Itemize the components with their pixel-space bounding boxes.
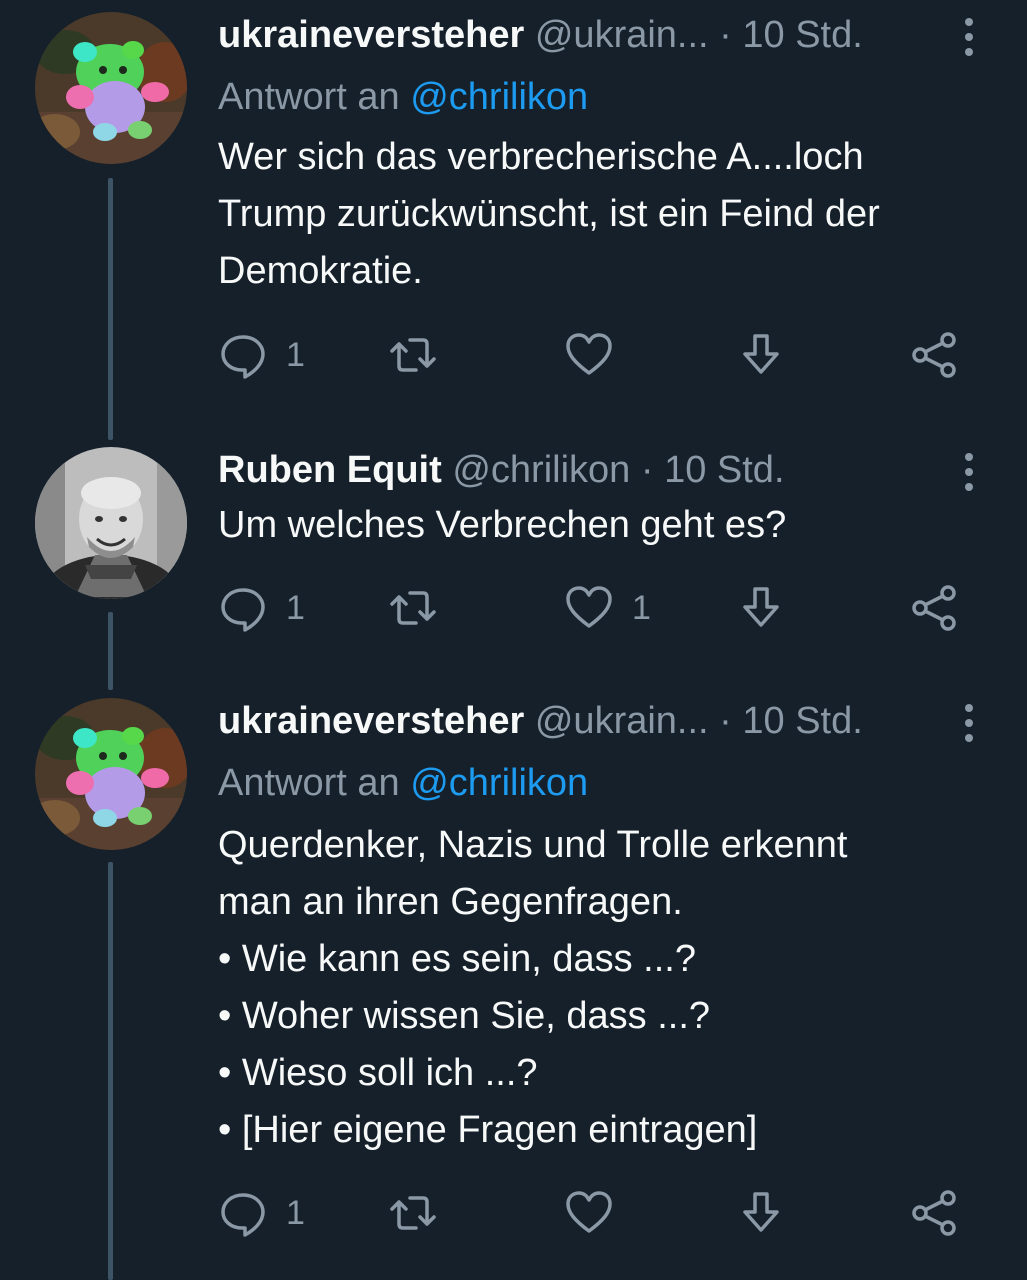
tweet-text-line: • Wieso soll ich ...? (218, 1052, 538, 1094)
heart-icon (566, 1191, 612, 1233)
user-handle[interactable]: @ukrain... (535, 700, 709, 742)
tweet[interactable]: ukraineversteher @ukrain... · 10 Std. An… (0, 5, 1027, 425)
tweet[interactable]: ukraineversteher @ukrain... · 10 Std. An… (0, 691, 1027, 1280)
retweet-button[interactable] (388, 578, 456, 638)
action-bar: 1 1 (218, 578, 978, 638)
tweet-text-line: • Woher wissen Sie, dass ...? (218, 995, 711, 1037)
heart-icon (566, 586, 612, 628)
bookmark-button[interactable] (736, 578, 786, 638)
reply-button[interactable]: 1 (218, 325, 305, 385)
reply-prefix: Antwort an (218, 762, 400, 804)
avatar-image (35, 698, 187, 850)
tweet-text-line: man an ihren Gegenfragen. (218, 881, 683, 923)
reply-context: Antwort an @chrilikon (218, 67, 588, 127)
avatar[interactable] (35, 447, 187, 599)
display-name[interactable]: ukraineversteher (218, 700, 524, 742)
retweet-button[interactable] (388, 1183, 456, 1243)
reply-button[interactable]: 1 (218, 1183, 305, 1243)
tweet-text: Wer sich das verbrecherische A....loch T… (218, 129, 998, 300)
like-count: 1 (632, 588, 651, 627)
retweet-icon (390, 1196, 436, 1230)
download-arrow-icon (743, 1192, 779, 1232)
more-vertical-icon[interactable] (961, 452, 977, 492)
action-bar: 1 (218, 325, 978, 385)
download-arrow-icon (743, 587, 779, 627)
bookmark-button[interactable] (736, 1183, 786, 1243)
user-handle[interactable]: @ukrain... (535, 14, 709, 56)
more-vertical-icon[interactable] (961, 17, 977, 57)
reply-icon (221, 588, 265, 632)
more-vertical-icon[interactable] (961, 703, 977, 743)
share-icon (912, 332, 956, 378)
avatar[interactable] (35, 698, 187, 850)
reply-count: 1 (286, 588, 305, 627)
action-bar: 1 (218, 1183, 978, 1243)
user-handle[interactable]: @chrilikon (452, 449, 630, 491)
display-name[interactable]: ukraineversteher (218, 14, 524, 56)
share-button[interactable] (910, 1183, 960, 1243)
tweet-header: ukraineversteher @ukrain... · 10 Std. (218, 5, 863, 65)
tweet-text-line: Wer sich das verbrecherische A....loch (218, 136, 864, 178)
share-icon (912, 585, 956, 631)
share-icon (912, 1190, 956, 1236)
reply-mention-link[interactable]: @chrilikon (410, 76, 588, 118)
retweet-icon (390, 591, 436, 625)
tweet[interactable]: Ruben Equit @chrilikon · 10 Std. Um welc… (0, 440, 1027, 680)
tweet-header: ukraineversteher @ukrain... · 10 Std. (218, 691, 863, 751)
timestamp[interactable]: 10 Std. (664, 449, 784, 491)
reply-count: 1 (286, 1193, 305, 1232)
reply-button[interactable]: 1 (218, 578, 305, 638)
heart-icon (566, 333, 612, 375)
tweet-text-line: Demokratie. (218, 250, 423, 292)
separator-dot: · (719, 14, 732, 56)
retweet-button[interactable] (388, 325, 456, 385)
avatar-image (35, 12, 187, 164)
tweet-text-line: Trump zurückwünscht, ist ein Feind der (218, 193, 880, 235)
tweet-header: Ruben Equit @chrilikon · 10 Std. (218, 440, 785, 500)
share-button[interactable] (910, 325, 960, 385)
share-button[interactable] (910, 578, 960, 638)
reply-mention-link[interactable]: @chrilikon (410, 762, 588, 804)
like-button[interactable] (564, 325, 632, 385)
reply-prefix: Antwort an (218, 76, 400, 118)
tweet-text-line: • Wie kann es sein, dass ...? (218, 938, 696, 980)
bookmark-button[interactable] (736, 325, 786, 385)
timestamp[interactable]: 10 Std. (742, 700, 862, 742)
reply-context: Antwort an @chrilikon (218, 753, 588, 813)
display-name[interactable]: Ruben Equit (218, 449, 442, 491)
retweet-icon (390, 338, 436, 372)
separator-dot: · (719, 700, 732, 742)
reply-icon (221, 1193, 265, 1237)
download-arrow-icon (743, 334, 779, 374)
like-button[interactable] (564, 1183, 632, 1243)
tweet-text-line: Querdenker, Nazis und Trolle erkennt (218, 824, 848, 866)
tweet-text-line: Um welches Verbrechen geht es? (218, 504, 787, 546)
avatar-image (35, 447, 187, 599)
reply-icon (221, 335, 265, 379)
separator-dot: · (640, 449, 654, 491)
avatar[interactable] (35, 12, 187, 164)
tweet-text-line: • [Hier eigene Fragen eintragen] (218, 1109, 758, 1151)
tweet-text: Um welches Verbrechen geht es? (218, 497, 998, 554)
like-button[interactable]: 1 (564, 578, 651, 638)
reply-count: 1 (286, 335, 305, 374)
timestamp[interactable]: 10 Std. (742, 14, 862, 56)
tweet-text: Querdenker, Nazis und Trolle erkennt man… (218, 817, 998, 1159)
